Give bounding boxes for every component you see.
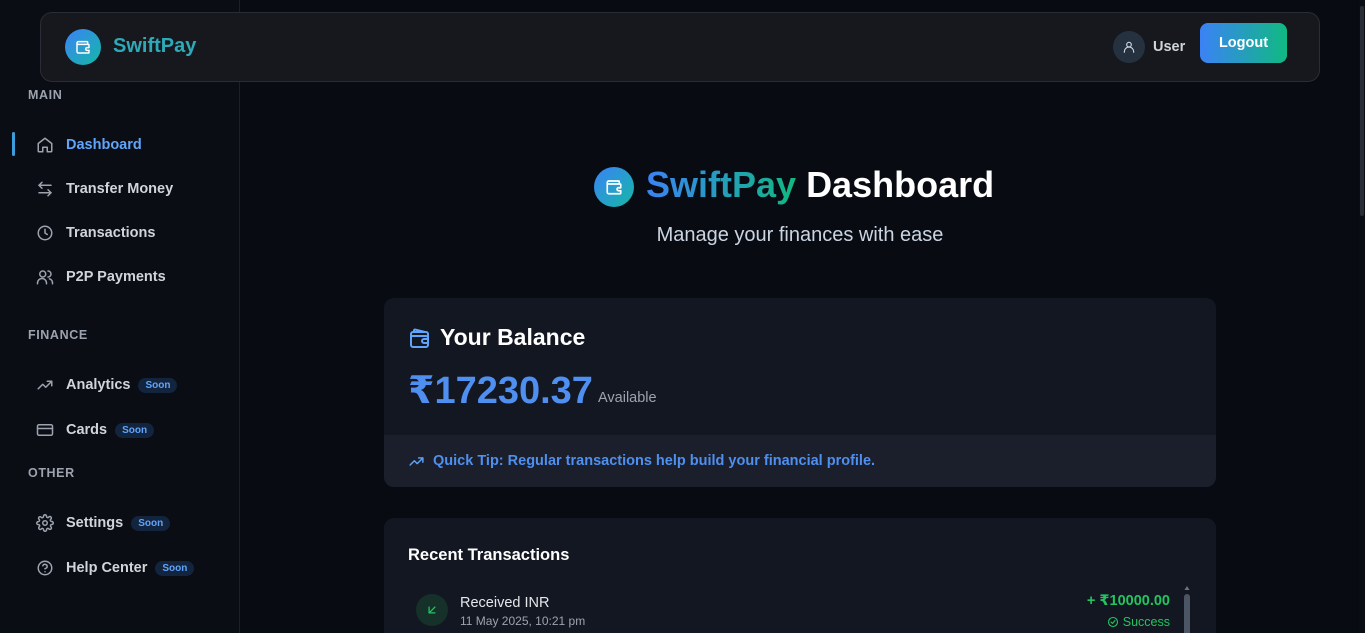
sidebar-item-p2p-payments[interactable]: P2P Payments (0, 260, 239, 294)
user-name[interactable]: User (1153, 39, 1185, 55)
hero-logo (594, 167, 634, 207)
balance-card: Your Balance ₹17230.37 Available Quick T… (384, 298, 1216, 487)
gear-icon (36, 514, 54, 532)
section-label-finance: FINANCE (28, 328, 88, 342)
wallet-icon (606, 180, 622, 195)
transactions-scrollbar[interactable] (1184, 594, 1190, 633)
soon-badge: Soon (138, 377, 178, 393)
page-title-brand: SwiftPay (646, 164, 797, 205)
logout-button[interactable]: Logout (1200, 23, 1287, 63)
trending-up-icon (409, 456, 424, 466)
quick-tip-text: Quick Tip: Regular transactions help bui… (433, 453, 876, 469)
sidebar-item-dashboard[interactable]: Dashboard (0, 128, 239, 162)
soon-badge: Soon (155, 560, 195, 576)
check-circle-icon (1107, 616, 1118, 628)
sidebar-item-analytics[interactable]: Analytics Soon (0, 368, 239, 402)
sidebar-item-label: Cards (66, 422, 108, 438)
sidebar: MAIN Dashboard Transfer Money Transactio… (0, 0, 240, 633)
transaction-status-label: Success (1122, 615, 1170, 629)
transaction-status: Success (1107, 615, 1170, 629)
top-header: SwiftPay User Logout (40, 12, 1320, 82)
balance-amount: ₹17230.37 (408, 370, 593, 412)
arrows-left-right-icon (38, 181, 52, 197)
transaction-row[interactable]: Received INR 11 May 2025, 10:21 pm + ₹10… (384, 590, 1216, 633)
sidebar-item-cards[interactable]: Cards Soon (0, 413, 239, 447)
help-circle-icon (37, 560, 53, 576)
sidebar-item-label: Dashboard (66, 137, 142, 153)
balance-available-label: Available (598, 390, 657, 406)
users-icon (36, 270, 54, 285)
recent-transactions-title: Recent Transactions (408, 546, 570, 564)
page-title-rest: Dashboard (806, 164, 995, 205)
wallet-icon (76, 40, 90, 54)
section-label-main: MAIN (28, 88, 63, 102)
received-icon (416, 594, 448, 626)
sidebar-item-label: Transfer Money (66, 181, 174, 197)
sidebar-item-label: P2P Payments (66, 269, 166, 285)
transaction-date: 11 May 2025, 10:21 pm (460, 614, 586, 628)
page-scrollbar-thumb[interactable] (1360, 6, 1364, 216)
sidebar-item-label: Analytics (66, 377, 131, 393)
sidebar-item-label: Settings (66, 515, 124, 531)
sidebar-item-help-center[interactable]: Help Center Soon (0, 551, 239, 585)
brand-name[interactable]: SwiftPay (113, 35, 196, 58)
wallet-icon (410, 328, 429, 348)
soon-badge: Soon (131, 515, 171, 531)
balance-title: Your Balance (440, 324, 586, 350)
credit-card-icon (36, 424, 54, 436)
sidebar-item-transfer-money[interactable]: Transfer Money (0, 172, 239, 206)
section-label-other: OTHER (28, 466, 75, 480)
quick-tip: Quick Tip: Regular transactions help bui… (384, 435, 1216, 487)
soon-badge: Soon (115, 422, 155, 438)
home-icon (37, 137, 53, 153)
sidebar-item-label: Help Center (66, 560, 148, 576)
transaction-name: Received INR (460, 595, 550, 611)
sidebar-item-settings[interactable]: Settings Soon (0, 506, 239, 540)
recent-transactions-card: Recent Transactions Received INR 11 May … (384, 518, 1216, 633)
scroll-up-arrow-icon[interactable] (1184, 585, 1190, 591)
transaction-amount: + ₹10000.00 (1086, 593, 1170, 609)
page-title: SwiftPay Dashboard (646, 164, 994, 206)
user-icon (1123, 41, 1135, 53)
brand-logo[interactable] (65, 29, 101, 65)
page-subtitle: Manage your finances with ease (656, 224, 944, 246)
trending-up-icon (37, 380, 53, 390)
user-avatar[interactable] (1113, 31, 1145, 63)
